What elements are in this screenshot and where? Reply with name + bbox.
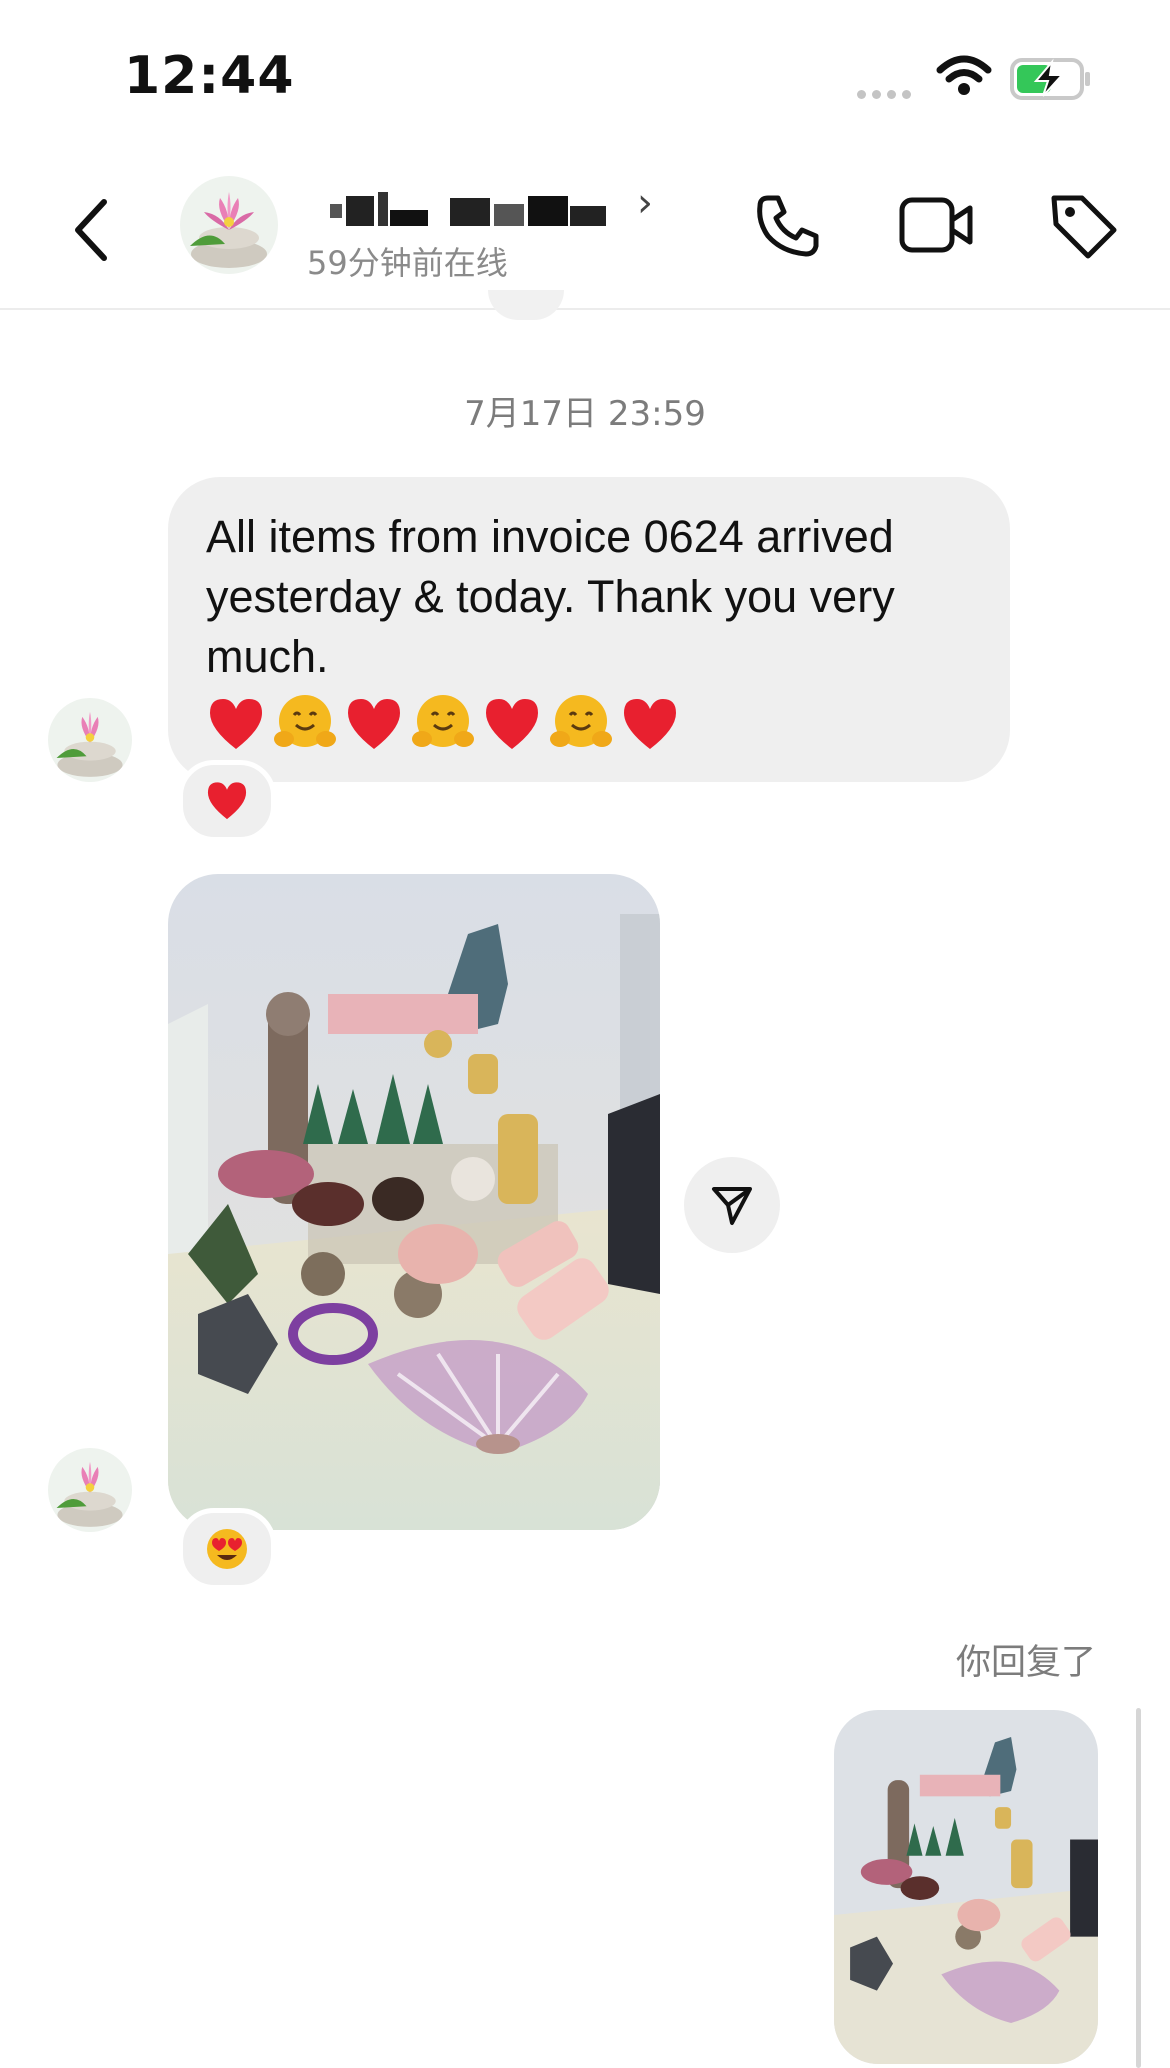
photo-reaction[interactable] [178, 1508, 276, 1590]
sender-avatar[interactable] [48, 698, 132, 782]
message-bubble[interactable]: All items from invoice 0624 arrived yest… [168, 477, 1010, 782]
message-text: All items from invoice 0624 arrived yest… [206, 511, 895, 682]
chevron-right-icon[interactable]: › [637, 180, 653, 226]
contact-avatar[interactable] [180, 176, 278, 274]
chat-header: › 59分钟前在线 [0, 150, 1170, 310]
crystal-photo[interactable] [168, 874, 660, 1530]
heart-emoji [344, 695, 404, 751]
back-button[interactable] [60, 190, 130, 270]
scrolled-avatar-edge [488, 290, 564, 320]
video-camera-icon[interactable] [898, 192, 976, 262]
message-reaction[interactable] [178, 760, 276, 842]
hug-emoji [412, 693, 474, 753]
hug-emoji [274, 693, 336, 753]
sender-avatar[interactable] [48, 1448, 132, 1532]
signal-dots-icon [857, 84, 917, 99]
share-button[interactable] [684, 1157, 780, 1253]
heart-emoji [620, 695, 680, 751]
message-emojis [206, 693, 972, 753]
hug-emoji [550, 693, 612, 753]
status-time: 12:44 [124, 46, 295, 106]
battery-charging-icon [1010, 58, 1092, 104]
replied-label: 你回复了 [955, 1643, 1096, 1683]
phone-icon[interactable] [752, 190, 824, 266]
wifi-icon [936, 54, 992, 102]
heart-emoji [482, 695, 542, 751]
contact-name[interactable] [330, 190, 620, 230]
online-status: 59分钟前在线 [307, 244, 508, 282]
replied-photo-thumbnail[interactable] [834, 1710, 1098, 2064]
message-timestamp: 7月17日 23:59 [464, 394, 706, 434]
heart-emoji [206, 695, 266, 751]
scrollbar[interactable] [1136, 1708, 1141, 2068]
tag-icon[interactable] [1048, 190, 1120, 266]
